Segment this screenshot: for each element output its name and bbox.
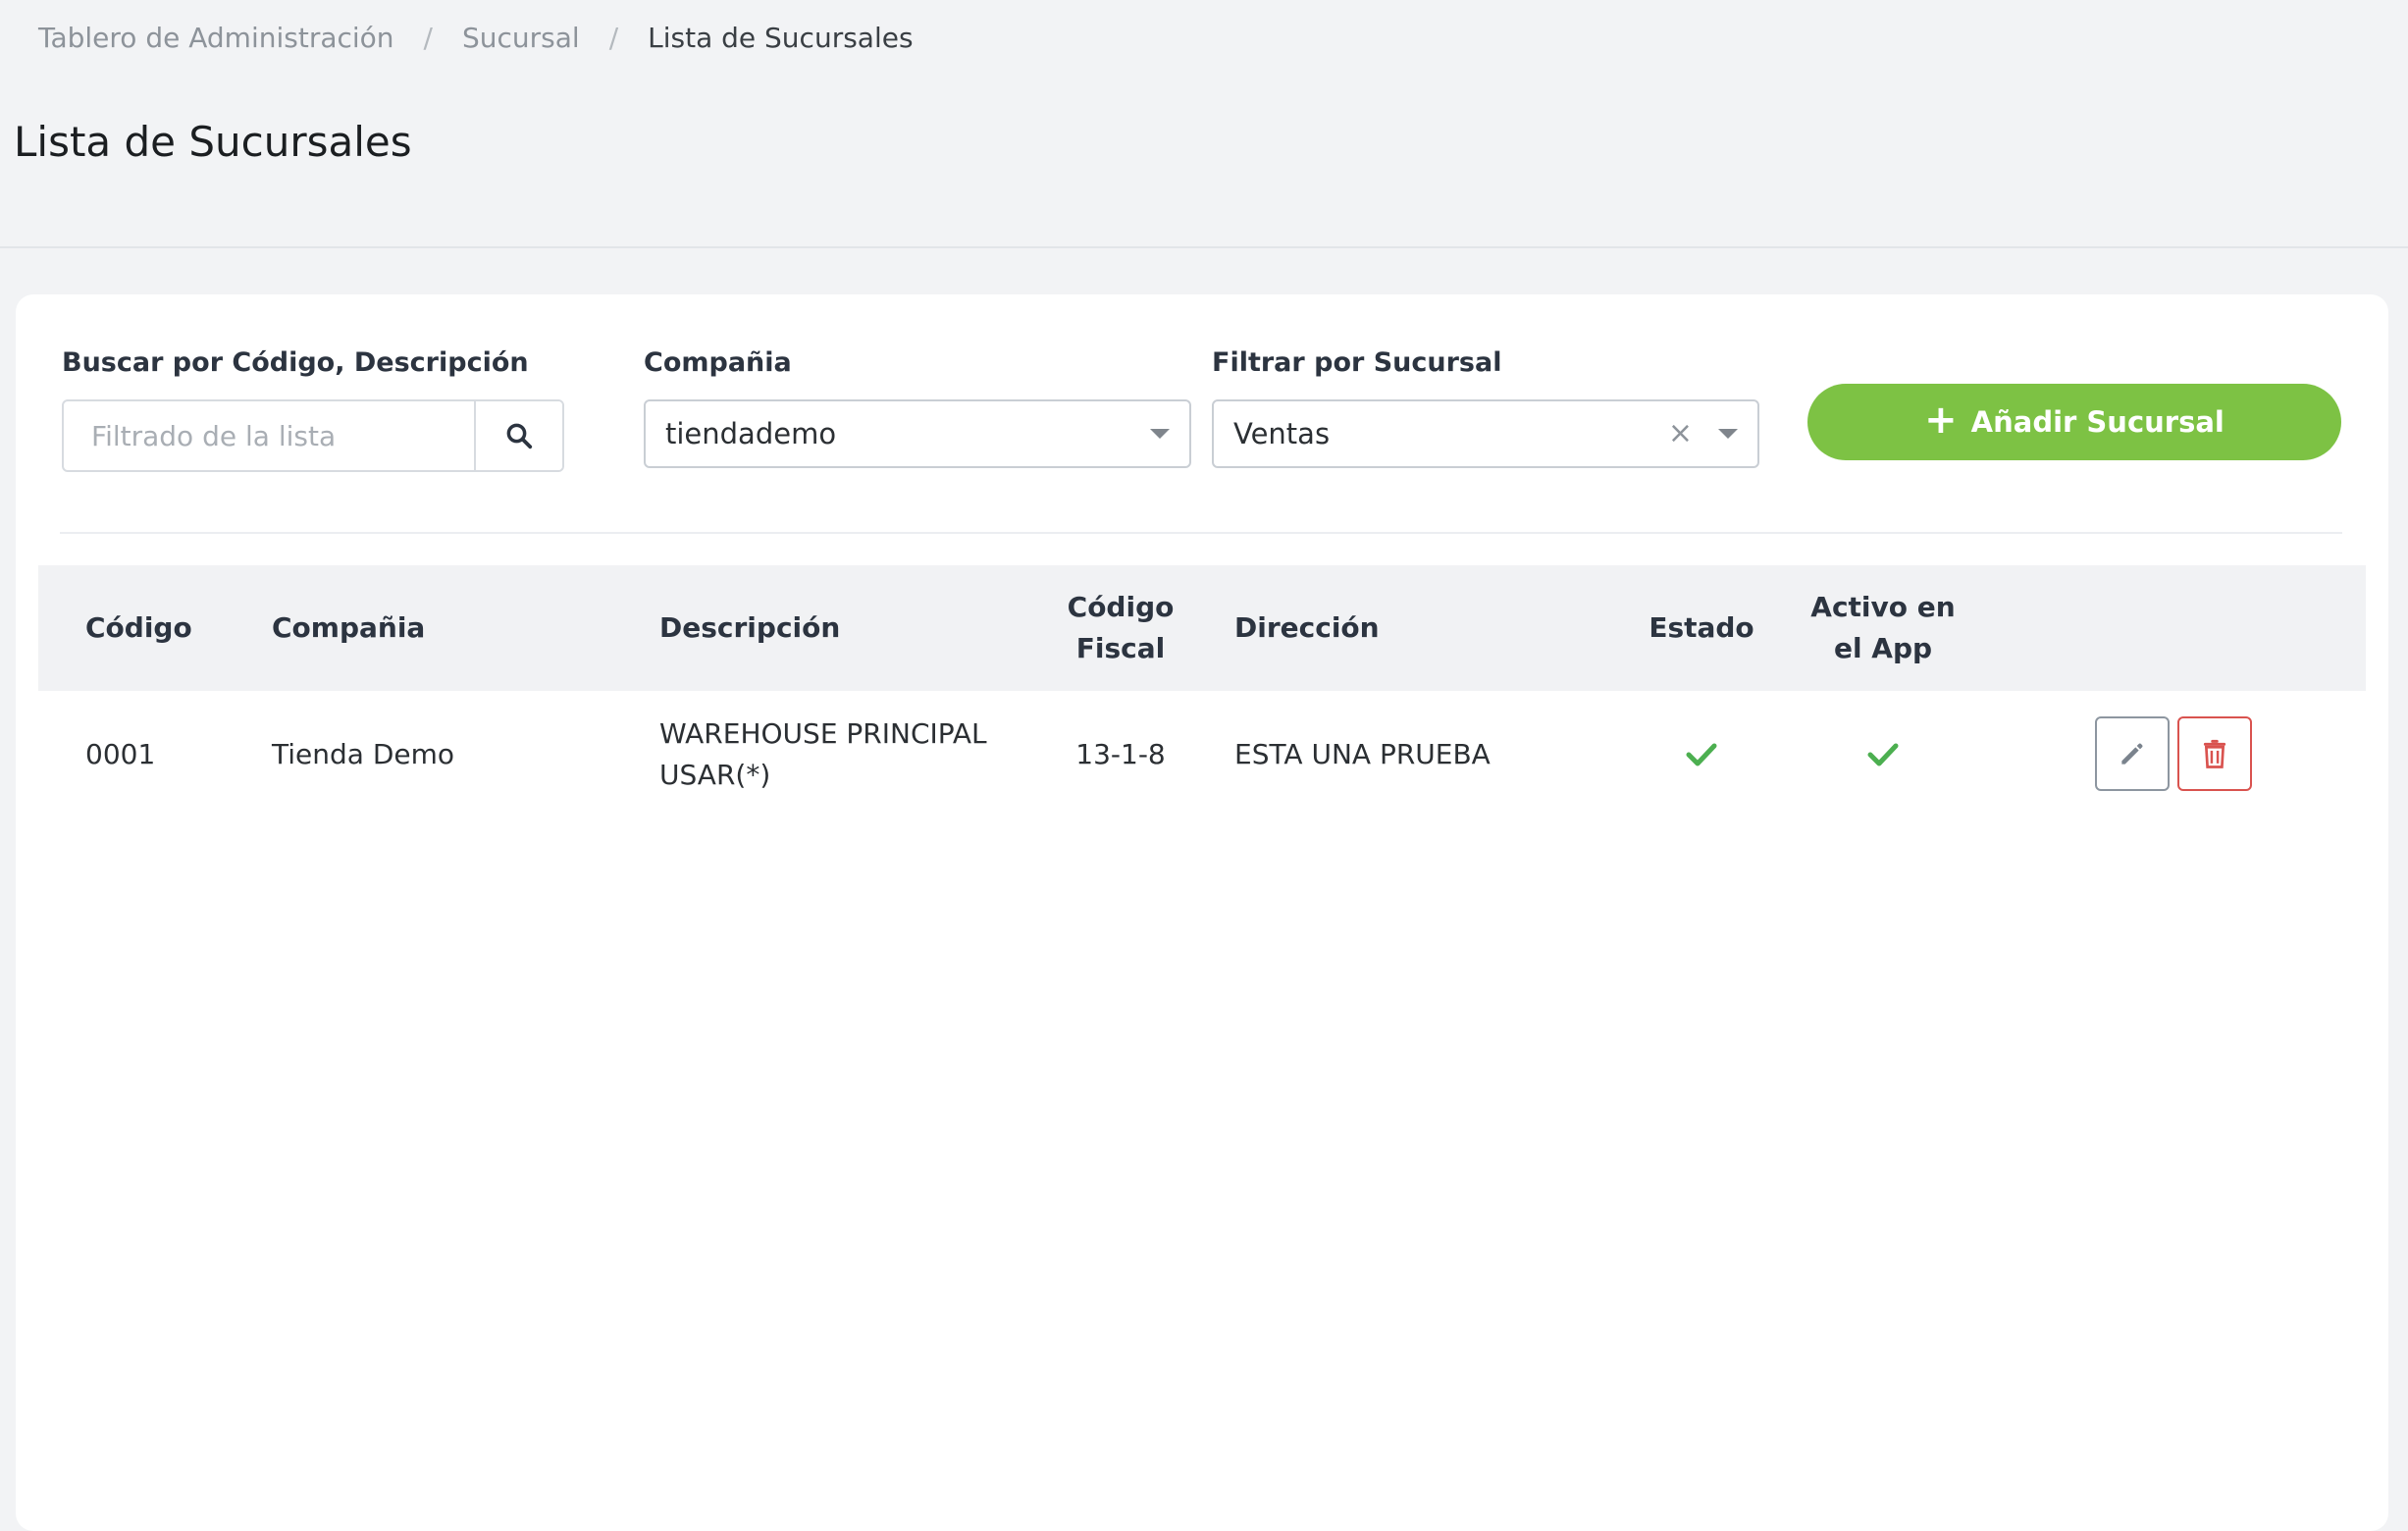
check-icon (1686, 743, 1717, 766)
cell-active-app (1800, 691, 1966, 818)
header-active-app: Activo en el App (1810, 591, 1956, 664)
header-fiscal-code: Código Fiscal (1067, 591, 1175, 664)
branch-list-card: Buscar por Código, Descripción Compañia … (16, 294, 2388, 1531)
edit-button[interactable] (2095, 716, 2170, 791)
add-branch-label: Añadir Sucursal (1970, 405, 2225, 439)
branch-filter-label: Filtrar por Sucursal (1212, 347, 1502, 378)
header-code: Código (85, 611, 192, 644)
chevron-down-icon (1150, 429, 1170, 439)
pencil-icon (2121, 743, 2143, 765)
breadcrumb-current: Lista de Sucursales (648, 22, 914, 54)
breadcrumb: Tablero de Administración / Sucursal / L… (38, 22, 914, 54)
table-row: 0001 Tienda Demo WAREHOUSE PRINCIPAL USA… (38, 691, 2366, 818)
clear-icon[interactable]: × (1668, 419, 1693, 449)
cell-fiscal-code: 13-1-8 (1075, 738, 1166, 770)
search-icon (506, 423, 533, 449)
filters-divider (60, 532, 2342, 534)
breadcrumb-separator: / (608, 22, 619, 54)
breadcrumb-admin-dashboard[interactable]: Tablero de Administración (38, 22, 394, 54)
table-header: Código Compañia Descripción Código Fisca… (38, 565, 2366, 691)
breadcrumb-separator: / (423, 22, 433, 54)
header-address: Dirección (1234, 611, 1380, 644)
branch-filter-select[interactable]: Ventas × (1212, 399, 1759, 468)
company-select[interactable]: tiendademo (644, 399, 1191, 468)
header-divider (0, 246, 2408, 248)
cell-code: 0001 (85, 738, 156, 770)
cell-description: WAREHOUSE PRINCIPAL USAR(*) (659, 717, 987, 791)
check-icon (1867, 743, 1899, 766)
search-input[interactable] (64, 401, 474, 470)
header-company: Compañia (272, 611, 426, 644)
chevron-down-icon (1718, 429, 1738, 439)
breadcrumb-branch[interactable]: Sucursal (462, 22, 580, 54)
header-status: Estado (1649, 611, 1754, 644)
cell-status (1628, 691, 1775, 818)
search-group (62, 399, 564, 472)
cell-company: Tienda Demo (272, 738, 455, 770)
search-button[interactable] (474, 401, 562, 470)
company-select-value: tiendademo (665, 417, 837, 450)
search-label: Buscar por Código, Descripción (62, 347, 529, 378)
page-title: Lista de Sucursales (14, 118, 412, 166)
company-label: Compañia (644, 347, 792, 378)
branch-filter-value: Ventas (1233, 417, 1331, 450)
branches-table: Código Compañia Descripción Código Fisca… (38, 565, 2366, 818)
header-description: Descripción (659, 611, 841, 644)
delete-button[interactable] (2177, 716, 2252, 791)
cell-address: ESTA UNA PRUEBA (1234, 738, 1491, 770)
trash-icon (2203, 739, 2226, 768)
plus-icon: + (1924, 397, 1958, 443)
add-branch-button[interactable]: + Añadir Sucursal (1807, 384, 2341, 460)
